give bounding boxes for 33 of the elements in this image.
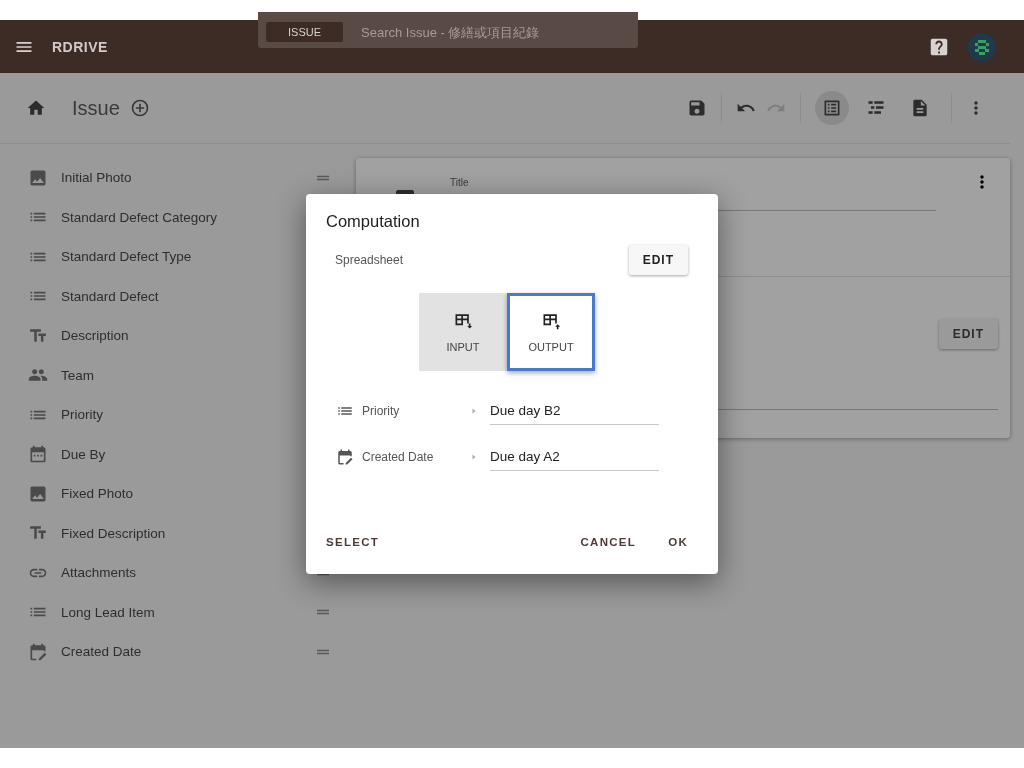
cell-field[interactable]: Due day A2 <box>490 443 659 471</box>
sidebar-item[interactable]: Long Lead Item <box>61 604 314 620</box>
save-icon[interactable] <box>687 98 707 118</box>
search-placeholder: Search Issue - 修繕或項目紀錄 <box>361 24 540 42</box>
sidebar-item[interactable]: Initial Photo <box>61 170 314 186</box>
page-title: Issue <box>72 96 120 120</box>
logo: RDRIVE <box>52 38 108 55</box>
table-icon <box>453 311 473 331</box>
calendar-edit-icon <box>28 641 48 662</box>
document-icon <box>910 98 930 118</box>
sidebar-item[interactable]: Created Date <box>61 644 314 660</box>
edit-button[interactable]: EDIT <box>938 319 998 349</box>
mapping-label: Created Date <box>362 450 435 464</box>
edit-button[interactable]: EDIT <box>628 245 688 275</box>
list-view-icon <box>822 98 842 118</box>
ok-button[interactable]: OK <box>668 530 688 554</box>
calendar-edit-icon <box>336 448 354 466</box>
mapping-label: Priority <box>362 404 401 418</box>
home-icon[interactable] <box>26 98 46 118</box>
cancel-button[interactable]: CANCEL <box>580 530 637 554</box>
mode-toggle[interactable]: INPUT <box>419 293 507 371</box>
select-button[interactable]: SELECT <box>326 530 380 554</box>
scope-chip[interactable]: ISSUE <box>266 22 343 42</box>
view-toggle[interactable] <box>815 91 849 125</box>
dialog-title: Computation <box>326 212 421 231</box>
table-icon <box>541 311 561 331</box>
field-label: Title <box>450 177 469 188</box>
mode-toggle[interactable]: OUTPUT <box>507 293 595 371</box>
cell-field[interactable]: Due day B2 <box>490 397 659 425</box>
add-circle-icon[interactable] <box>129 98 150 118</box>
spreadsheet-label: Spreadsheet <box>335 253 404 267</box>
calendar-icon <box>28 444 48 465</box>
search-field[interactable]: ISSUE Search Issue - 修繕或項目紀錄 <box>258 12 638 48</box>
